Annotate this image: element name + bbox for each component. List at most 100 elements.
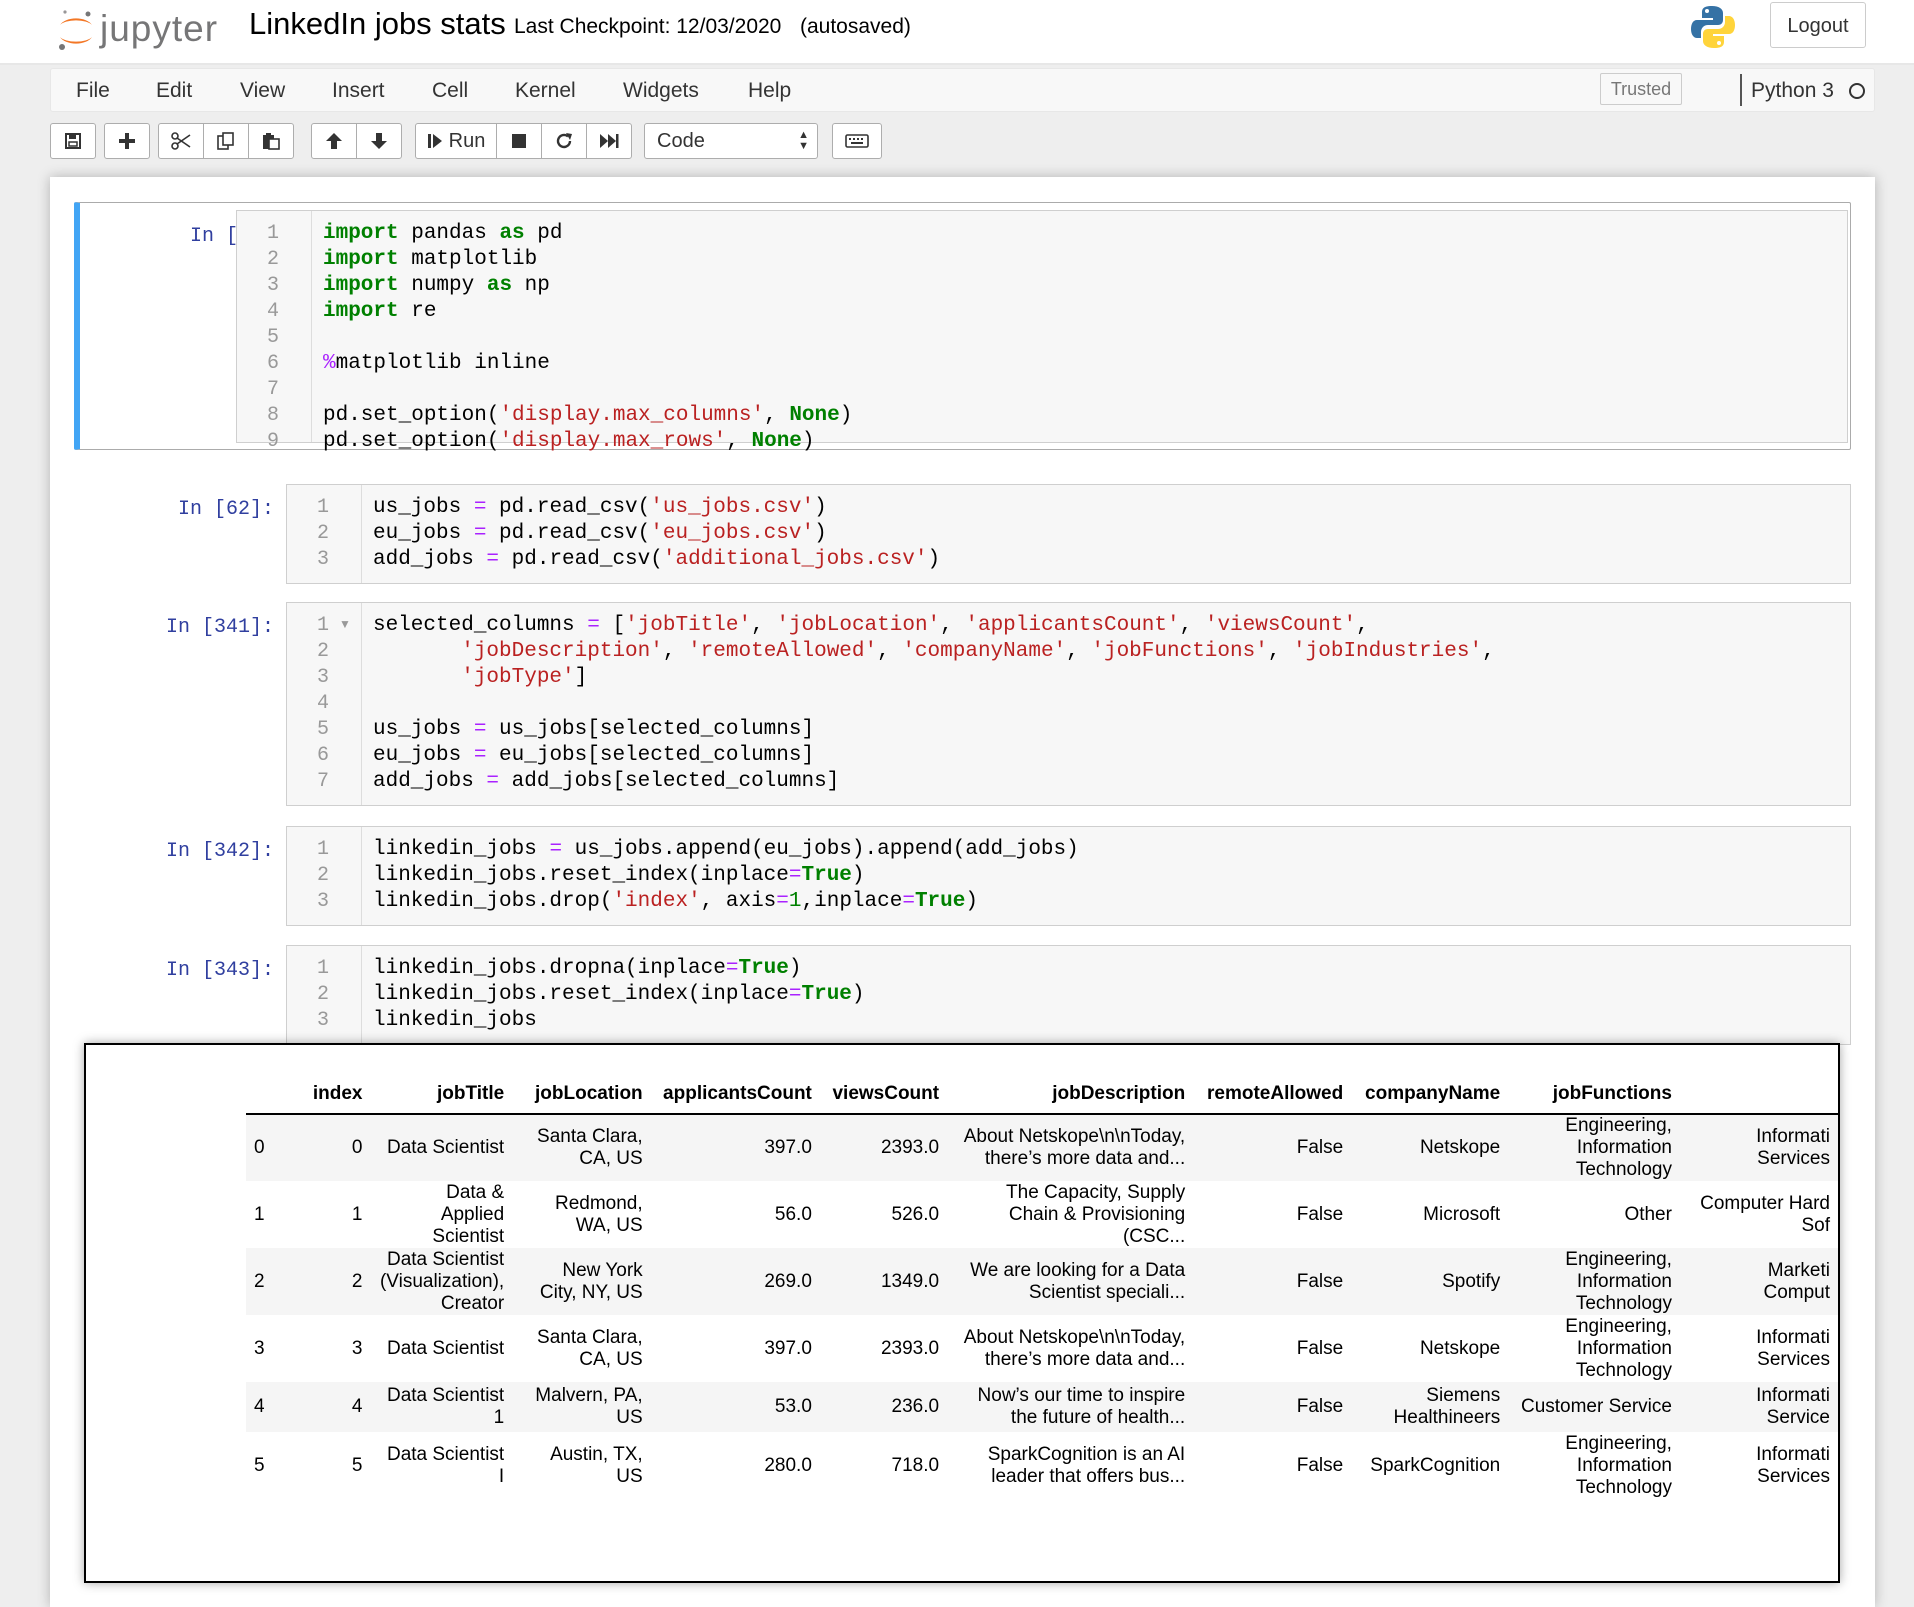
cell-type-value: Code bbox=[657, 130, 705, 152]
arrow-down-icon bbox=[371, 133, 387, 149]
menu-widgets[interactable]: Widgets bbox=[623, 79, 699, 103]
table-cell: Malvern, PA, US bbox=[512, 1382, 651, 1432]
table-cell: 3 bbox=[351, 1337, 363, 1359]
trusted-indicator[interactable]: Trusted bbox=[1600, 73, 1682, 105]
column-header bbox=[1679, 1083, 1838, 1115]
cell-3-input-prompt: In [341]: bbox=[165, 616, 274, 639]
cell-5-code-editor[interactable]: 1 2 3 linkedin_jobs.dropna(inplace=True)… bbox=[286, 945, 1851, 1045]
column-header: jobLocation bbox=[512, 1083, 651, 1115]
table-cell: Austin, TX, US bbox=[550, 1443, 643, 1487]
restart-kernel-button[interactable] bbox=[541, 123, 587, 159]
table-header-row: index jobTitle jobLocation applicantsCount v… bbox=[246, 1083, 1838, 1115]
table-cell: 53.0 bbox=[650, 1382, 820, 1432]
scissors-icon bbox=[171, 132, 191, 150]
table-cell: Netskope bbox=[1419, 1337, 1501, 1359]
output-area[interactable]: index jobTitle jobLocation applicantsCount v… bbox=[84, 1043, 1840, 1583]
menu-help[interactable]: Help bbox=[748, 79, 791, 103]
table-cell: False bbox=[1193, 1114, 1352, 1181]
table-cell: Now’s our time to inspire the future of h… bbox=[947, 1382, 1194, 1432]
table-cell: False bbox=[1296, 1337, 1344, 1359]
dataframe-scroll-area[interactable]: index jobTitle jobLocation applicantsCount v… bbox=[246, 1045, 1838, 1581]
line-number-gutter: 1 2 3 bbox=[287, 827, 362, 925]
code-cell-3[interactable]: In [341]: 1 ▼ 2 3 4 5 6 7 selected_colum… bbox=[80, 602, 1851, 806]
table-cell: Data Scientist bbox=[386, 1337, 505, 1359]
line-number: 1 bbox=[316, 838, 329, 861]
code-cell-5[interactable]: In [343]: 1 2 3 linkedin_jobs.dropna(inp… bbox=[80, 945, 1851, 1045]
jupyter-logo-icon bbox=[59, 10, 92, 50]
cell-3-code-editor[interactable]: 1 ▼ 2 3 4 5 6 7 selected_columns = ['job… bbox=[286, 602, 1851, 806]
move-down-button[interactable] bbox=[356, 123, 402, 159]
table-cell: Informati Service bbox=[1679, 1382, 1838, 1432]
line-number: 7 bbox=[316, 770, 329, 793]
code-cell-2[interactable]: In [62]: 1 2 3 us_jobs = pd.read_csv('us… bbox=[80, 484, 1851, 584]
column-header: companyName bbox=[1351, 1083, 1509, 1115]
save-button[interactable] bbox=[50, 123, 96, 159]
table-cell: The Capacity, Supply Chain & Provisioning… bbox=[1006, 1181, 1186, 1247]
line-number: 2 bbox=[316, 522, 329, 545]
table-cell: 4 bbox=[301, 1382, 371, 1432]
code-block: linkedin_jobs.dropna(inplace=True) linke… bbox=[373, 957, 865, 1032]
kernel-divider bbox=[1740, 74, 1742, 106]
table-cell: Siemens Healthineers bbox=[1351, 1382, 1509, 1432]
table-cell: 1349.0 bbox=[819, 1248, 948, 1315]
table-cell: Computer Hard Sof bbox=[1700, 1192, 1830, 1236]
table-cell: About Netskope\n\nToday, there’s more dat… bbox=[947, 1114, 1194, 1181]
notebook-title[interactable]: LinkedIn jobs stats bbox=[249, 6, 506, 42]
move-up-button[interactable] bbox=[311, 123, 357, 159]
line-number: 3 bbox=[316, 1009, 329, 1032]
column-header: jobTitle bbox=[370, 1083, 513, 1115]
line-number: 5 bbox=[266, 326, 279, 349]
step-forward-icon bbox=[427, 134, 442, 148]
table-cell: False bbox=[1193, 1382, 1352, 1432]
run-button-label: Run bbox=[448, 129, 486, 152]
cell-4-code-editor[interactable]: 1 2 3 linkedin_jobs = us_jobs.append(eu_… bbox=[286, 826, 1851, 926]
interrupt-button[interactable] bbox=[496, 123, 542, 159]
dataframe-table: index jobTitle jobLocation applicantsCount v… bbox=[246, 1083, 1838, 1499]
table-row: 1 1 Data & Applied Scientist Redmond, WA, US 56… bbox=[246, 1181, 1838, 1248]
table-cell: Data Scientist (Visualization), Creator bbox=[370, 1248, 513, 1315]
select-arrows-icon: ▲ ▼ bbox=[798, 129, 809, 152]
paste-icon bbox=[263, 133, 280, 150]
copy-button[interactable] bbox=[203, 123, 249, 159]
table-cell: 2 bbox=[301, 1248, 371, 1315]
code-cell-1[interactable]: In [1]: 1 2 3 4 5 6 7 8 9 import pandas … bbox=[74, 202, 1851, 453]
line-number-gutter: 1 2 3 bbox=[287, 485, 362, 583]
cell-2-code-editor[interactable]: 1 2 3 us_jobs = pd.read_csv('us_jobs.csv… bbox=[286, 484, 1851, 584]
row-index-cell: 4 bbox=[246, 1382, 302, 1432]
table-body: 0 0 Data Scientist Santa Clara, CA, US 397.0 2… bbox=[246, 1114, 1838, 1499]
table-cell: Spotify bbox=[1351, 1248, 1509, 1315]
cell-1-code-editor[interactable]: 1 2 3 4 5 6 7 8 9 import pandas as pd im… bbox=[236, 210, 1848, 453]
command-palette-button[interactable] bbox=[832, 123, 882, 159]
run-button[interactable]: Run bbox=[415, 123, 497, 159]
insert-cell-button[interactable] bbox=[104, 123, 150, 159]
line-number: 8 bbox=[266, 404, 279, 427]
menu-edit[interactable]: Edit bbox=[156, 79, 192, 103]
fold-arrow-icon[interactable]: ▼ bbox=[339, 617, 351, 631]
code-cell-4[interactable]: In [342]: 1 2 3 linkedin_jobs = us_jobs.… bbox=[80, 826, 1851, 926]
menu-insert[interactable]: Insert bbox=[332, 79, 385, 103]
save-icon bbox=[65, 133, 81, 149]
restart-run-all-button[interactable] bbox=[586, 123, 632, 159]
cell-type-select[interactable]: Code ▲ ▼ bbox=[644, 123, 818, 159]
jupyter-logo[interactable]: jupyter bbox=[56, 6, 246, 56]
menu-cell[interactable]: Cell bbox=[432, 79, 468, 103]
table-cell: 1 bbox=[351, 1203, 363, 1225]
table-cell: Netskope bbox=[1351, 1114, 1509, 1181]
column-header: applicantsCount bbox=[650, 1083, 820, 1115]
logout-button[interactable]: Logout bbox=[1770, 2, 1866, 48]
paste-button[interactable] bbox=[248, 123, 294, 159]
copy-icon bbox=[217, 132, 234, 150]
line-number: 3 bbox=[316, 890, 329, 913]
line-number: 9 bbox=[266, 430, 279, 453]
table-cell: Informati Services bbox=[1756, 1326, 1830, 1370]
cut-button[interactable] bbox=[158, 123, 204, 159]
column-header: remoteAllowed bbox=[1193, 1083, 1352, 1115]
table-cell: 280.0 bbox=[764, 1454, 812, 1476]
line-number-gutter: 1 2 3 4 5 6 7 8 9 bbox=[237, 211, 312, 453]
menu-view[interactable]: View bbox=[240, 79, 285, 103]
table-cell: 269.0 bbox=[650, 1248, 820, 1315]
menu-file[interactable]: File bbox=[76, 79, 110, 103]
table-row: 2 2 Data Scientist (Visualization), Creator N… bbox=[246, 1248, 1838, 1315]
table-cell: Data Scientist 1 bbox=[370, 1382, 513, 1432]
menu-kernel[interactable]: Kernel bbox=[515, 79, 576, 103]
